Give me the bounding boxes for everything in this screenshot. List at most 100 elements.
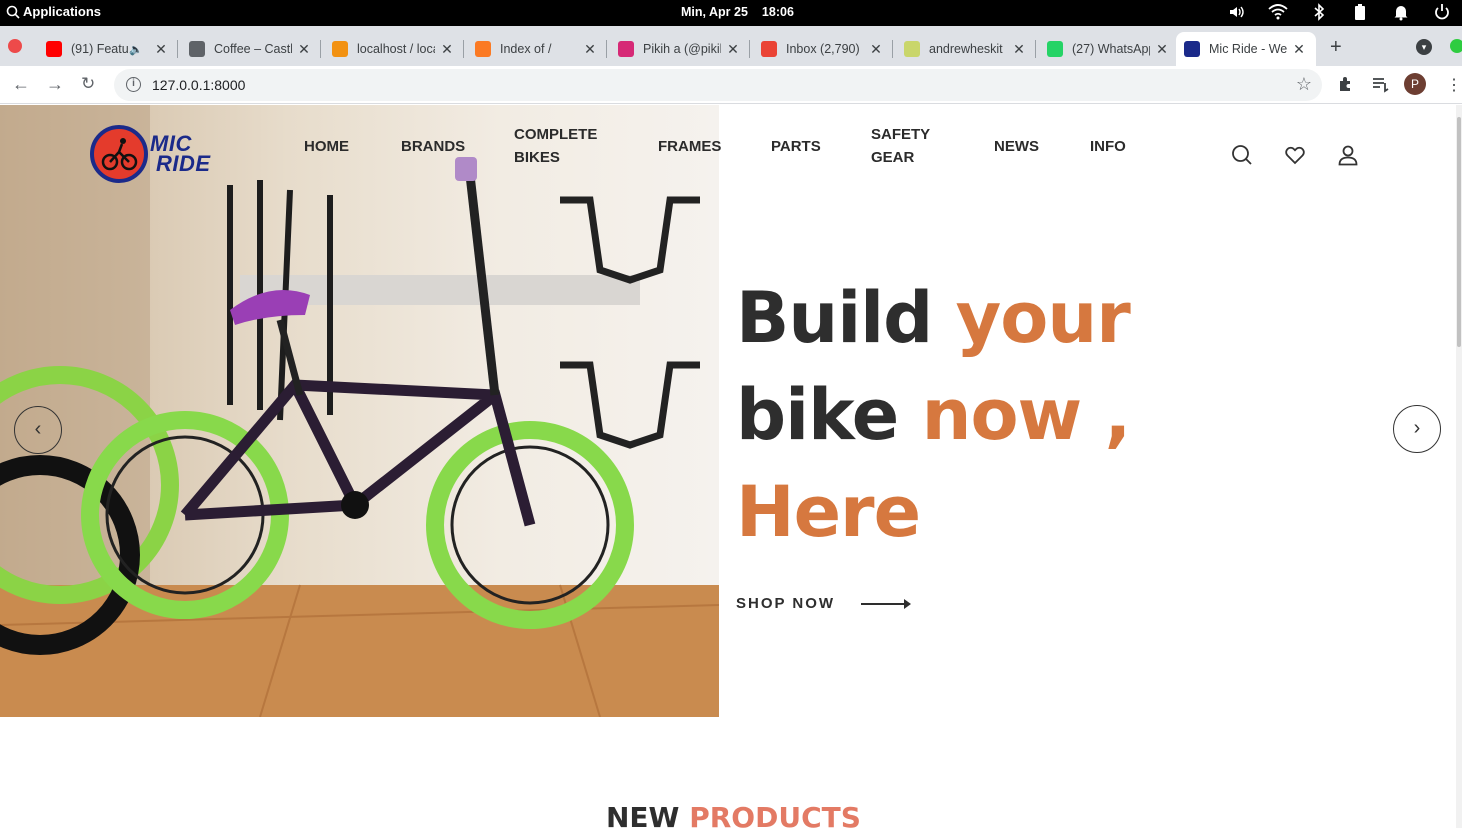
forward-icon[interactable]: →	[46, 74, 64, 95]
at-icon	[904, 41, 920, 57]
wall-rack-illustration	[0, 105, 719, 717]
section-title-dark: NEW	[606, 801, 680, 828]
new-tab-button[interactable]: +	[1330, 36, 1342, 59]
media-control-icon[interactable]	[1371, 75, 1389, 98]
address-url[interactable]: 127.0.0.1:8000	[152, 77, 245, 93]
window-close-button[interactable]	[8, 39, 22, 53]
hero-word-4: now ,	[921, 374, 1132, 456]
browser-toolbar: ← → ↻ i 127.0.0.1:8000 ☆ P ⋮	[0, 66, 1462, 104]
address-bar[interactable]: i 127.0.0.1:8000 ☆	[114, 69, 1322, 101]
xampp-icon	[475, 41, 491, 57]
browser-tab[interactable]: localhost / localh ✕	[324, 32, 464, 66]
browser-tab-title: (91) Featur	[71, 42, 129, 56]
brand-logo[interactable]: MIC RIDE	[90, 125, 211, 183]
section-title-accent: PRODUCTS	[689, 801, 861, 828]
browser-tab-title: Coffee – Castle	[214, 42, 292, 56]
browser-tab-title: Mic Ride - Web	[1209, 42, 1287, 56]
tab-separator	[606, 40, 607, 58]
tab-close-icon[interactable]: ✕	[439, 41, 455, 58]
browser-tab-title: Pikih a (@pikih	[643, 42, 721, 56]
nav-parts[interactable]: PARTS	[771, 135, 821, 158]
carousel-prev-button[interactable]: ‹	[14, 406, 62, 454]
nav-safety-gear[interactable]: SAFETY GEAR	[871, 123, 930, 169]
tab-separator	[749, 40, 750, 58]
hero-word-2: your	[955, 277, 1131, 359]
browser-menu-icon[interactable]: ⋮	[1446, 75, 1462, 95]
tab-search-button[interactable]: ▾	[1416, 39, 1432, 55]
carousel-next-button[interactable]: ›	[1393, 405, 1441, 453]
account-user-icon[interactable]	[1336, 143, 1360, 167]
instagram-icon	[618, 41, 634, 57]
browser-tab[interactable]: Mic Ride - Web ✕	[1176, 32, 1316, 66]
search-icon	[6, 5, 20, 19]
tab-close-icon[interactable]: ✕	[582, 41, 598, 58]
search-icon[interactable]	[1230, 143, 1254, 167]
browser-tab-title: andrewheskit	[929, 42, 1003, 56]
bookmark-star-icon[interactable]: ☆	[1296, 74, 1312, 95]
window-maximize-button[interactable]	[1450, 39, 1462, 53]
tab-close-icon[interactable]: ✕	[1011, 41, 1027, 58]
nav-home[interactable]: HOME	[304, 135, 349, 158]
hero-bike-image	[0, 105, 719, 717]
browser-tab-title: (27) WhatsApp	[1072, 42, 1150, 56]
browser-tab[interactable]: andrewheskit ✕	[896, 32, 1036, 66]
tab-close-icon[interactable]: ✕	[1154, 41, 1170, 58]
wifi-icon[interactable]	[1257, 4, 1298, 20]
tab-close-icon[interactable]: ✕	[296, 41, 312, 58]
tab-separator	[892, 40, 893, 58]
hero-word-1: Build	[736, 277, 933, 359]
tab-close-icon[interactable]: ✕	[1291, 41, 1307, 58]
hero-headline: Build your bike now , Here	[736, 270, 1132, 561]
tab-separator	[177, 40, 178, 58]
system-tray	[1216, 3, 1462, 21]
clock-date: Min, Apr 25	[681, 5, 748, 19]
tab-close-icon[interactable]: ✕	[153, 41, 169, 58]
hero-word-3: bike	[736, 374, 899, 456]
nav-news[interactable]: NEWS	[994, 135, 1039, 158]
power-icon[interactable]	[1421, 3, 1462, 21]
shop-now-link[interactable]: SHOP NOW	[736, 595, 912, 612]
applications-label: Applications	[23, 4, 102, 19]
clock[interactable]: Min, Apr 25 18:06	[681, 5, 794, 19]
tab-separator	[1035, 40, 1036, 58]
nav-complete-bikes[interactable]: COMPLETE BIKES	[514, 123, 597, 169]
wishlist-heart-icon[interactable]	[1283, 143, 1307, 167]
clock-time: 18:06	[761, 5, 794, 19]
tab-close-icon[interactable]: ✕	[868, 41, 884, 58]
nav-frames[interactable]: FRAMES	[658, 135, 721, 158]
browser-tab[interactable]: Pikih a (@pikih ✕	[610, 32, 750, 66]
globe-icon	[189, 41, 205, 57]
tab-separator	[320, 40, 321, 58]
battery-icon[interactable]	[1339, 3, 1380, 21]
nav-info[interactable]: INFO	[1090, 135, 1126, 158]
cyclist-icon	[90, 125, 148, 183]
phpmyadmin-icon	[332, 41, 348, 57]
browser-tab-title: localhost / localh	[357, 42, 435, 56]
notification-icon[interactable]	[1380, 3, 1421, 21]
browser-tab-strip: (91) Featur 🔈 ✕ Coffee – Castle ✕ localhost /…	[0, 26, 1462, 66]
nav-brands[interactable]: BRANDS	[401, 135, 465, 158]
browser-tab[interactable]: Index of / ✕	[467, 32, 607, 66]
applications-menu[interactable]: Applications	[6, 4, 101, 19]
browser-tab[interactable]: (27) WhatsApp ✕	[1039, 32, 1179, 66]
browser-tab[interactable]: Coffee – Castle ✕	[181, 32, 321, 66]
brand-line-2: RIDE	[156, 151, 211, 176]
back-icon[interactable]: ←	[12, 74, 30, 95]
extensions-icon[interactable]	[1337, 75, 1355, 98]
site-info-icon[interactable]: i	[126, 77, 141, 92]
scrollbar-thumb[interactable]	[1457, 117, 1461, 347]
shop-now-label: SHOP NOW	[736, 595, 836, 612]
section-title: NEW PRODUCTS	[606, 801, 861, 828]
browser-tab[interactable]: Inbox (2,790) ✕	[753, 32, 893, 66]
tab-close-icon[interactable]: ✕	[725, 41, 741, 58]
page-scrollbar[interactable]	[1456, 105, 1462, 828]
page-viewport: MIC RIDE HOME BRANDS COMPLETE BIKES FRAM…	[0, 105, 1462, 828]
browser-tab-title: Index of /	[500, 42, 552, 56]
browser-tab[interactable]: (91) Featur 🔈 ✕	[38, 32, 178, 66]
volume-icon[interactable]	[1216, 3, 1257, 21]
profile-avatar[interactable]: P	[1404, 73, 1426, 95]
os-top-bar: Applications Min, Apr 25 18:06	[0, 0, 1462, 26]
reload-icon[interactable]: ↻	[81, 74, 95, 94]
tab-mute-icon[interactable]: 🔈	[129, 43, 149, 56]
bluetooth-icon[interactable]	[1298, 3, 1339, 21]
